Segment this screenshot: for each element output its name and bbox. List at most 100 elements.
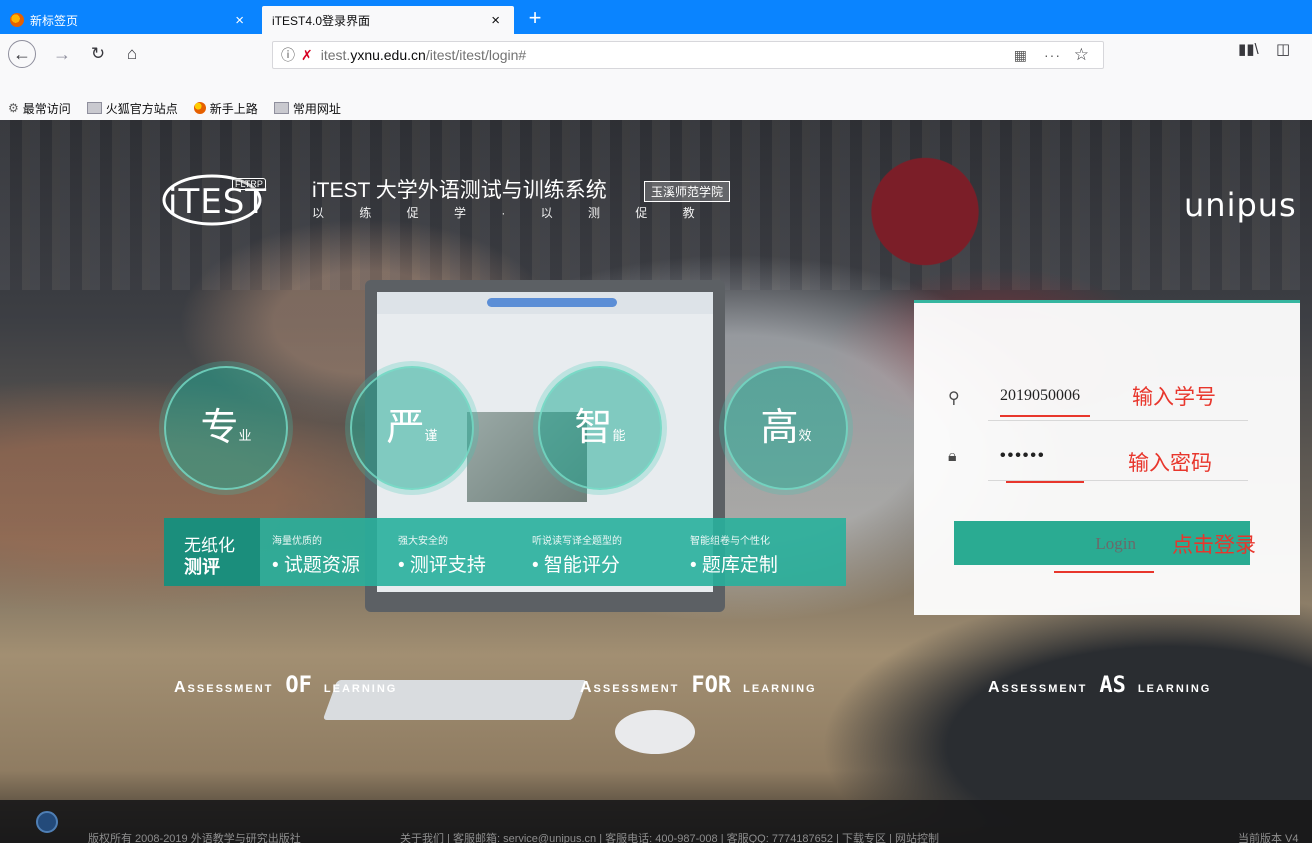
address-bar[interactable]: ⓘ ✗ itest. yxnu.edu.cn/itest/itest/login#… xyxy=(272,41,1104,69)
bookmark-label: 新手上路 xyxy=(209,101,258,116)
band-item-sub: 强大安全的 xyxy=(398,536,448,547)
tab-title: iTEST4.0登录界面 xyxy=(272,13,371,28)
url-host: yxnu.edu.cn xyxy=(350,47,426,63)
login-panel: ⚲ 2019050006 输入学号 🔒︎ •••••• 输入密码 Login 点… xyxy=(914,300,1300,615)
features-band: 无纸化 测评 海量优质的 • 试题资源 强大安全的 • 测评支持 听说读写译全题型的… xyxy=(164,518,846,586)
insecure-lock-icon[interactable]: ✗ xyxy=(301,47,313,64)
assessment-word: Assessment xyxy=(988,679,1088,696)
assessment-word: learning xyxy=(323,679,398,696)
assessment-word: learning xyxy=(743,679,817,696)
bookmarks-toolbar: ⚙ 最常访问 火狐官方站点 新手上路 常用网址 xyxy=(0,96,1312,120)
band-item-main: • 题库定制 xyxy=(690,555,778,576)
folder-icon xyxy=(273,102,289,114)
school-badge: 玉溪师范学院 xyxy=(644,181,731,202)
band-item-sub: 智能组卷与个性化 xyxy=(690,536,770,547)
circle-big-char: 严 xyxy=(386,407,425,449)
assessment-word: Assessment xyxy=(174,679,274,696)
assessment-word: learning xyxy=(1137,679,1212,696)
forward-button[interactable]: → xyxy=(48,40,76,68)
back-button[interactable]: ← xyxy=(8,40,36,68)
reload-button[interactable]: ↻ xyxy=(84,40,112,68)
band-lead-line2: 测评 xyxy=(184,557,220,577)
tab-title: 新标签页 xyxy=(30,13,79,28)
feature-circle-intelligent: 智能 xyxy=(538,366,662,490)
annotation-underline xyxy=(1006,481,1084,483)
fltrp-tag: FLTRP xyxy=(232,178,266,190)
bookmark-common-sites[interactable]: 常用网址 xyxy=(273,100,341,117)
sidebar-icon[interactable]: ◫ xyxy=(1276,40,1290,58)
circle-small-char: 谨 xyxy=(424,428,438,443)
user-icon: ⚲ xyxy=(948,390,960,407)
annotation-underline xyxy=(1054,571,1154,573)
circle-big-char: 智 xyxy=(574,407,613,449)
unipus-logo: unipus xyxy=(1184,186,1297,224)
circle-big-char: 专 xyxy=(200,407,239,449)
url-prefix: itest. xyxy=(320,47,351,63)
assessment-of-learning: Assessment OF learning xyxy=(174,673,397,698)
login-page: iTEST FLTRP iTEST 大学外语测试与训练系统 玉溪师范学院 以 练… xyxy=(0,120,1312,843)
footer-version: 当前版本 V4 xyxy=(1238,833,1299,843)
band-item-main: • 试题资源 xyxy=(272,555,360,576)
password-input[interactable]: •••••• xyxy=(1000,447,1046,465)
bookmark-firefox-official[interactable]: 火狐官方站点 xyxy=(86,100,178,117)
monitor-screen-pill xyxy=(487,298,617,307)
folder-icon xyxy=(86,102,102,114)
site-motto: 以 练 促 学 · 以 测 促 教 xyxy=(312,206,711,220)
background-person xyxy=(860,140,990,270)
annotation-enter-password: 输入密码 xyxy=(1128,451,1212,475)
site-title: iTEST 大学外语测试与训练系统 xyxy=(312,179,607,202)
band-item-sub: 海量优质的 xyxy=(272,536,322,547)
field-underline xyxy=(988,420,1248,421)
footer-links[interactable]: 关于我们 | 客服邮箱: service@unipus.cn | 客服电话: 4… xyxy=(400,830,939,843)
fltrp-logo-icon xyxy=(36,811,58,833)
home-button[interactable]: ⌂ xyxy=(118,40,146,68)
feature-circle-rigorous: 严谨 xyxy=(350,366,474,490)
annotation-enter-student-id: 输入学号 xyxy=(1132,385,1216,409)
bookmark-getting-started[interactable]: 新手上路 xyxy=(193,100,258,117)
annotation-click-login: 点击登录 xyxy=(1172,533,1256,557)
assessment-mid: AS xyxy=(1099,673,1126,698)
username-input[interactable]: 2019050006 xyxy=(1000,387,1080,405)
page-actions-button[interactable]: ··· xyxy=(1044,47,1061,63)
circle-small-char: 能 xyxy=(612,428,626,443)
annotation-underline xyxy=(1000,415,1090,417)
monitor-screen-bar xyxy=(377,292,713,314)
assessment-as-learning: Assessment AS learning xyxy=(988,673,1211,698)
firefox-icon xyxy=(10,13,24,27)
password-field[interactable]: 🔒︎ •••••• 输入密码 xyxy=(948,437,1248,483)
lock-icon: 🔒︎ xyxy=(948,448,957,465)
close-icon[interactable]: × xyxy=(487,12,504,29)
assessment-mid: FOR xyxy=(691,673,732,698)
bookmark-most-visited[interactable]: ⚙ 最常访问 xyxy=(8,100,71,117)
bookmark-star-icon[interactable]: ☆ xyxy=(1074,45,1089,65)
username-field[interactable]: ⚲ 2019050006 输入学号 xyxy=(948,377,1248,421)
assessment-word: Assessment xyxy=(580,679,680,696)
assessment-for-learning: Assessment FOR learning xyxy=(580,673,817,698)
tab-new-tab[interactable]: 新标签页 × xyxy=(0,6,258,34)
info-icon[interactable]: ⓘ xyxy=(281,45,295,65)
circle-big-char: 高 xyxy=(760,407,799,449)
footer: 版权所有 2008-2019 外语教学与研究出版社 关于我们 | 客服邮箱: s… xyxy=(0,800,1312,843)
band-item-main: • 智能评分 xyxy=(532,555,620,576)
url-path: /itest/itest/login# xyxy=(425,47,527,63)
circle-small-char: 效 xyxy=(798,428,812,443)
firefox-icon xyxy=(193,102,206,114)
bookmark-label: 火狐官方站点 xyxy=(105,101,178,116)
band-lead: 无纸化 测评 xyxy=(164,518,260,586)
qr-code-icon[interactable]: ▦ xyxy=(1014,47,1027,64)
band-item-main: • 测评支持 xyxy=(398,555,486,576)
footer-copyright: 版权所有 2008-2019 外语教学与研究出版社 xyxy=(88,833,301,843)
close-icon[interactable]: × xyxy=(231,12,248,29)
background-mouse xyxy=(615,710,695,754)
bookmark-label: 常用网址 xyxy=(292,101,341,116)
bookmark-label: 最常访问 xyxy=(22,101,71,116)
tab-itest-login[interactable]: iTEST4.0登录界面 × xyxy=(262,6,514,34)
gear-icon: ⚙ xyxy=(8,101,19,115)
navigation-toolbar: ← → ↻ ⌂ ⓘ ✗ itest. yxnu.edu.cn/itest/ites… xyxy=(0,34,1312,120)
circle-small-char: 业 xyxy=(238,428,252,443)
band-item-sub: 听说读写译全题型的 xyxy=(532,536,622,547)
tab-bar: 新标签页 × iTEST4.0登录界面 × + xyxy=(0,0,1312,34)
library-icon[interactable]: ▮▮\ xyxy=(1238,40,1259,58)
assessment-mid: OF xyxy=(285,673,312,698)
new-tab-button[interactable]: + xyxy=(520,4,550,32)
